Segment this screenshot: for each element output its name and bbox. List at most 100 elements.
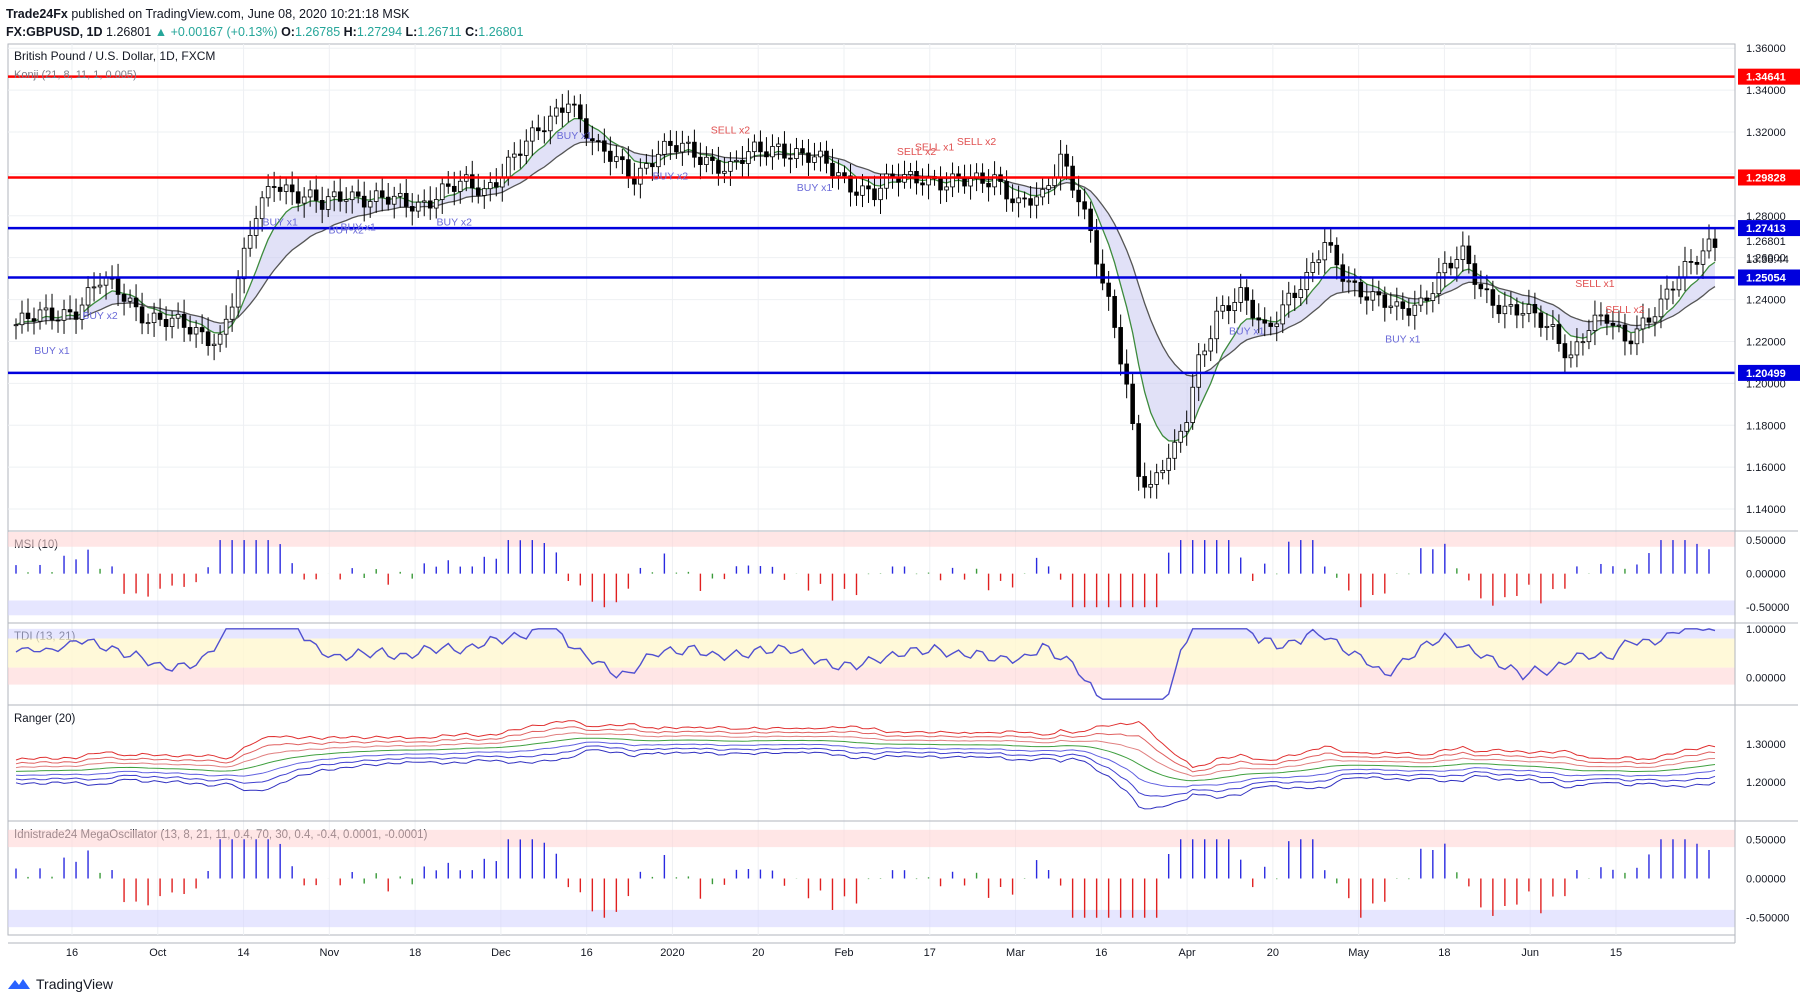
tradingview-logo-icon [8, 979, 30, 989]
candle [674, 130, 679, 159]
signal-label: BUY x1 [262, 216, 298, 228]
time-tick-label: 16 [66, 947, 78, 959]
candle [938, 166, 943, 204]
candle [1328, 228, 1334, 253]
candle [265, 174, 271, 207]
signal-label: SELL x1 [915, 142, 954, 154]
time-tick-label: Nov [320, 947, 340, 959]
price-tick-label: 1.16000 [1746, 462, 1786, 474]
candle [740, 146, 745, 177]
candle [1622, 313, 1628, 356]
candle [1670, 281, 1676, 305]
signal-label: BUY x1 [340, 221, 376, 233]
candle [1220, 295, 1225, 320]
signal-label: BUY x1 [34, 345, 70, 357]
time-tick-label: 2020 [660, 947, 684, 959]
candle [97, 272, 103, 295]
candle [439, 177, 445, 214]
last-price-label: 1.26801 [1746, 236, 1786, 248]
tradingview-footer[interactable]: TradingView [8, 976, 113, 992]
candle [884, 163, 889, 200]
candle [1634, 315, 1640, 356]
candle [1136, 414, 1141, 491]
candle [391, 186, 397, 219]
candle [764, 137, 769, 166]
candle [824, 140, 829, 174]
candle [277, 175, 283, 201]
candle [758, 130, 763, 167]
level-price-label: 1.25054 [1746, 272, 1787, 284]
candle [1052, 164, 1057, 196]
time-tick-label: Mar [1006, 947, 1025, 959]
candle [241, 237, 247, 294]
candle [1130, 373, 1135, 431]
candle [782, 131, 787, 167]
price-tick-label: 1.34000 [1746, 85, 1786, 97]
overbought-zone [8, 532, 1735, 547]
candle [662, 133, 667, 166]
candle [1160, 459, 1165, 480]
candle [1412, 290, 1418, 330]
candle [614, 145, 619, 169]
candle [1202, 343, 1207, 367]
candle [1682, 246, 1688, 292]
candle [1418, 284, 1424, 312]
candle [1154, 463, 1159, 499]
candle [13, 318, 19, 340]
candle [572, 95, 577, 118]
oversold-zone [8, 909, 1735, 928]
candle [1688, 249, 1694, 275]
candle [776, 137, 781, 160]
panel-tick-label: 1.20000 [1746, 777, 1786, 789]
candle [427, 186, 433, 220]
candle [1244, 279, 1250, 315]
time-tick-label: 20 [1267, 947, 1279, 959]
candle [1208, 325, 1213, 362]
time-tick-label: 18 [409, 947, 421, 959]
candle [181, 299, 187, 342]
price-tick-label: 1.14000 [1746, 504, 1786, 516]
candle [1142, 462, 1147, 499]
signal-label: SELL x2 [1605, 304, 1644, 316]
ma-cloud-band [16, 118, 1715, 442]
candle [968, 164, 973, 200]
candle [283, 177, 289, 205]
chart-canvas[interactable]: BUY x1 BUY x2 BUY x1 BUY x2 BUY x1 BUY x2 BUY … [0, 0, 1804, 1002]
candle [518, 139, 523, 169]
candle [1112, 289, 1117, 339]
candle [1448, 256, 1454, 276]
candle [710, 149, 715, 175]
overbought-zone [8, 829, 1735, 848]
candle [1712, 228, 1718, 262]
signal-label: SELL x2 [957, 136, 996, 148]
candle [704, 146, 709, 173]
candle [1274, 311, 1280, 342]
candle [433, 187, 439, 219]
candle [1520, 301, 1526, 329]
candle [560, 93, 565, 128]
candle [902, 160, 907, 189]
candle [1544, 313, 1550, 341]
time-tick-label: Oct [149, 947, 166, 959]
candle [1496, 294, 1502, 323]
candle [542, 116, 547, 144]
signal-label: BUY x1 [1385, 334, 1421, 346]
ranger-line [15, 720, 1716, 769]
candle [632, 162, 637, 196]
level-price-label: 1.34641 [1746, 72, 1786, 84]
candle [1430, 281, 1436, 313]
candle [854, 177, 859, 206]
candle [1652, 307, 1658, 337]
candle [1460, 231, 1466, 272]
candle [950, 162, 955, 198]
candle [37, 301, 43, 330]
candle [554, 98, 559, 125]
candle [1424, 290, 1430, 315]
candle [962, 164, 967, 194]
tdi-lower-zone [8, 667, 1735, 685]
panel-tick-label: -0.50000 [1746, 602, 1789, 614]
candle [920, 168, 925, 196]
candle [530, 120, 535, 156]
candle [211, 333, 217, 361]
candle [524, 129, 529, 165]
